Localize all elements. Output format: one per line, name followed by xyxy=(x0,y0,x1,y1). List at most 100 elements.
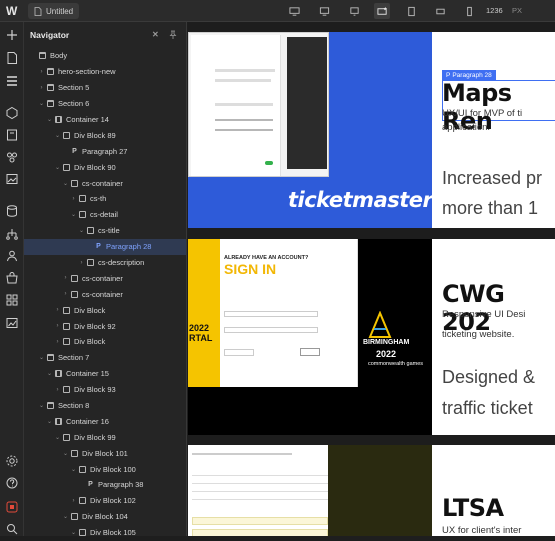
case-study-title[interactable]: LTSA xyxy=(442,494,504,522)
navigator-item[interactable]: › Div Block 93 xyxy=(24,382,186,398)
case-study-card[interactable]: 2022 RTAL ALREADY HAVE AN ACCOUNT? SIGN … xyxy=(188,239,555,435)
chevron-right-icon[interactable]: › xyxy=(38,69,45,75)
breakpoint-tablet-icon[interactable] xyxy=(403,3,419,19)
breakpoint-desktop-icon[interactable] xyxy=(316,3,332,19)
navigator-item[interactable]: › Div Block 92 xyxy=(24,318,186,334)
navigator-item[interactable]: ⌄ Container 14 xyxy=(24,112,186,128)
variables-icon[interactable] xyxy=(5,150,19,164)
navigator-item[interactable]: ⌄ cs-detail xyxy=(24,207,186,223)
case-study-subtitle-line2[interactable]: ticketing website. xyxy=(442,328,514,341)
case-study-subtitle-line2[interactable]: application. xyxy=(442,121,490,134)
navigator-item[interactable]: ⌄ Container 15 xyxy=(24,366,186,382)
chevron-down-icon[interactable]: ⌄ xyxy=(46,370,53,377)
chevron-right-icon[interactable]: › xyxy=(70,196,77,202)
cms-icon[interactable] xyxy=(5,204,19,218)
chevron-right-icon[interactable]: › xyxy=(54,323,61,329)
pages-icon[interactable] xyxy=(5,51,19,65)
navigator-item[interactable]: › hero-section-new xyxy=(24,64,186,80)
navigator-icon[interactable] xyxy=(5,74,19,88)
navigator-item[interactable]: › Div Block 102 xyxy=(24,493,186,509)
add-elements-icon[interactable] xyxy=(5,28,19,42)
chevron-down-icon[interactable]: ⌄ xyxy=(62,180,69,187)
navigator-item[interactable]: ⌄ Section 8 xyxy=(24,398,186,414)
ecommerce-icon[interactable] xyxy=(5,271,19,285)
navigator-item[interactable]: ⌄ Div Block 101 xyxy=(24,445,186,461)
design-canvas[interactable]: ticketmaster P Paragraph 28 Maps Ren UX/U… xyxy=(188,22,555,536)
navigator-item[interactable]: P Paragraph 38 xyxy=(24,477,186,493)
case-study-outcome-line1[interactable]: Designed & xyxy=(442,362,535,392)
chevron-right-icon[interactable]: › xyxy=(62,291,69,297)
navigator-item[interactable]: › Div Block xyxy=(24,302,186,318)
chevron-right-icon[interactable]: › xyxy=(70,498,77,504)
case-study-outcome-line2[interactable]: traffic ticket xyxy=(442,393,533,423)
chevron-right-icon[interactable]: › xyxy=(54,339,61,345)
navigator-item[interactable]: P Paragraph 27 xyxy=(24,143,186,159)
webflow-logo-icon[interactable]: W xyxy=(6,4,20,18)
chevron-right-icon[interactable]: › xyxy=(62,275,69,281)
navigator-item[interactable]: › Section 5 xyxy=(24,80,186,96)
chevron-down-icon[interactable]: ⌄ xyxy=(70,211,77,218)
chevron-down-icon[interactable]: ⌄ xyxy=(78,227,85,234)
breakpoint-mobile-landscape-icon[interactable] xyxy=(432,3,448,19)
navigator-item[interactable]: ⌄ Section 7 xyxy=(24,350,186,366)
navigator-item[interactable]: ⌄ Div Block 89 xyxy=(24,127,186,143)
breakpoint-desktop-large-icon[interactable] xyxy=(286,3,302,19)
case-study-outcome-line2[interactable]: more than 1 xyxy=(442,193,538,223)
chevron-down-icon[interactable]: ⌄ xyxy=(70,529,77,536)
case-study-subtitle-line1[interactable]: UX for client's inter xyxy=(442,524,521,536)
chevron-down-icon[interactable]: ⌄ xyxy=(38,100,45,107)
navigator-item[interactable]: › Div Block xyxy=(24,334,186,350)
navigator-item[interactable]: ⌄ Div Block 99 xyxy=(24,429,186,445)
breakpoint-active-star-icon[interactable] xyxy=(374,3,390,19)
navigator-item[interactable]: ⌄ Div Block 105 xyxy=(24,525,186,536)
chevron-down-icon[interactable]: ⌄ xyxy=(54,434,61,441)
analytics-icon[interactable] xyxy=(5,316,19,330)
navigator-item[interactable]: Body xyxy=(24,48,186,64)
canvas-width-value[interactable]: 1236 xyxy=(486,6,503,15)
chevron-down-icon[interactable]: ⌄ xyxy=(46,418,53,425)
chevron-down-icon[interactable]: ⌄ xyxy=(38,402,45,409)
navigator-item[interactable]: ⌄ Div Block 100 xyxy=(24,461,186,477)
chevron-right-icon[interactable]: › xyxy=(54,307,61,313)
navigator-item[interactable]: ⌄ cs-title xyxy=(24,223,186,239)
pin-icon[interactable] xyxy=(169,30,177,40)
case-study-subtitle-line1[interactable]: Responsive UI Desi xyxy=(442,308,525,321)
navigator-item[interactable]: ⌄ Div Block 90 xyxy=(24,159,186,175)
components-icon[interactable] xyxy=(5,106,19,120)
navigator-item[interactable]: ⌄ cs-container xyxy=(24,175,186,191)
case-study-subtitle-line1[interactable]: UX/UI for MVP of ti xyxy=(442,107,522,120)
logic-icon[interactable] xyxy=(5,227,19,241)
search-icon[interactable] xyxy=(5,522,19,536)
chevron-down-icon[interactable]: ⌄ xyxy=(70,466,77,473)
navigator-item[interactable]: › cs-description xyxy=(24,255,186,271)
chevron-down-icon[interactable]: ⌄ xyxy=(54,164,61,171)
chevron-down-icon[interactable]: ⌄ xyxy=(62,450,69,457)
case-study-outcome-line1[interactable]: Increased pr xyxy=(442,163,542,193)
case-study-card[interactable]: ticketmaster P Paragraph 28 Maps Ren UX/U… xyxy=(188,32,555,228)
chevron-down-icon[interactable]: ⌄ xyxy=(46,116,53,123)
navigator-item[interactable]: › cs-container xyxy=(24,286,186,302)
chevron-right-icon[interactable]: › xyxy=(78,260,85,266)
help-icon[interactable] xyxy=(5,476,19,490)
navigator-item[interactable]: › cs-th xyxy=(24,191,186,207)
breakpoint-mobile-icon[interactable] xyxy=(461,3,477,19)
apps-icon[interactable] xyxy=(5,293,19,307)
settings-icon[interactable] xyxy=(5,454,19,468)
chevron-down-icon[interactable]: ⌄ xyxy=(54,132,61,139)
chevron-down-icon[interactable]: ⌄ xyxy=(38,354,45,361)
navigator-item[interactable]: ⌄ Section 6 xyxy=(24,96,186,112)
image-assets-icon[interactable] xyxy=(5,172,19,186)
navigator-item[interactable]: › cs-container xyxy=(24,270,186,286)
chevron-right-icon[interactable]: › xyxy=(38,85,45,91)
breakpoint-base-icon[interactable] xyxy=(346,3,362,19)
chevron-down-icon[interactable]: ⌄ xyxy=(62,513,69,520)
navigator-item[interactable]: ⌄ Div Block 104 xyxy=(24,509,186,525)
assets-icon[interactable] xyxy=(5,128,19,142)
chevron-right-icon[interactable]: › xyxy=(54,387,61,393)
page-selector[interactable]: Untitled xyxy=(28,3,80,19)
navigator-item[interactable]: ⌄ Container 16 xyxy=(24,413,186,429)
navigator-item[interactable]: P Paragraph 28 xyxy=(24,238,186,255)
case-study-card[interactable]: LTSA UX for client's inter xyxy=(188,445,555,536)
users-icon[interactable] xyxy=(5,249,19,263)
record-icon[interactable] xyxy=(5,500,19,514)
